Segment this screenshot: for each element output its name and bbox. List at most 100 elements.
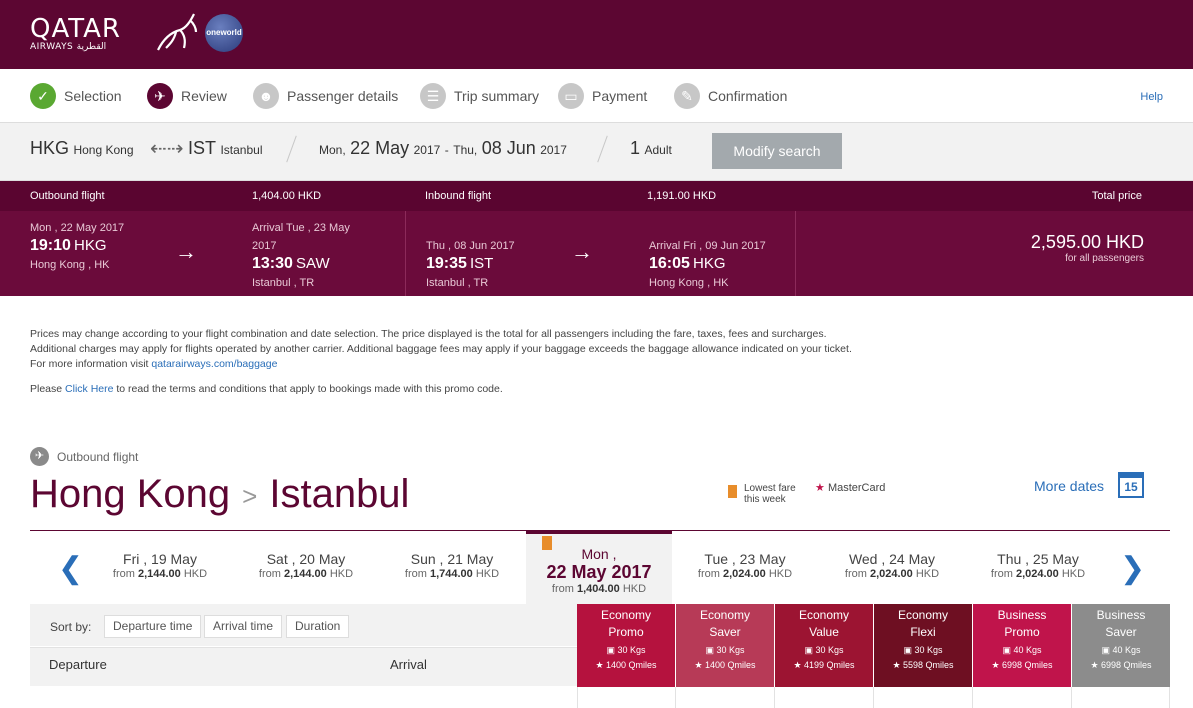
divider xyxy=(286,135,297,163)
date-option[interactable]: Sun , 21 May from 1,744.00 HKD xyxy=(379,531,525,604)
sort-departure-time-button[interactable]: Departure time xyxy=(104,615,202,638)
qmiles: ★ 1400 Qmiles xyxy=(676,660,774,671)
fare-class-line: Saver xyxy=(1105,625,1137,639)
step-label: Review xyxy=(181,88,227,104)
fare-class-line: Business xyxy=(997,608,1047,622)
luggage-icon: ▣ xyxy=(1002,645,1011,655)
date-price: from 2,024.00 HKD xyxy=(965,568,1111,580)
step-trip-summary[interactable]: ☰ Trip summary xyxy=(420,82,539,110)
divider xyxy=(1071,687,1072,708)
step-label: Passenger details xyxy=(287,88,399,104)
fare-class-business-saver[interactable]: Business Saver ▣ 40 Kgs ★ 6998 Qmiles xyxy=(1072,604,1170,687)
fare-class-economy-flexi[interactable]: Economy Flexi ▣ 30 Kgs ★ 5598 Qmiles xyxy=(874,604,972,687)
passenger-count: 1 xyxy=(630,138,641,158)
step-selection[interactable]: ✓ Selection xyxy=(30,82,122,110)
qatar-airways-logo[interactable]: QATAR AIRWAYS القطرية xyxy=(30,13,198,52)
click-here-link[interactable]: Click Here xyxy=(65,383,113,395)
outbound-arr-code: SAW xyxy=(295,255,330,272)
fare-class-name: Business Promo xyxy=(973,607,1071,641)
baggage-allowance: ▣ 30 Kgs xyxy=(874,645,972,656)
departure-date: 22 May xyxy=(350,138,410,158)
luggage-icon: ▣ xyxy=(903,645,912,655)
baggage-link[interactable]: qatarairways.com/baggage xyxy=(151,358,277,370)
logo-subtitle: AIRWAYS القطرية xyxy=(30,42,107,52)
inbound-arr-place: Hong Kong , HK xyxy=(649,277,729,289)
fare-class-name: Business Saver xyxy=(1072,607,1170,641)
oneworld-logo[interactable]: oneworld xyxy=(205,14,243,52)
total-price-note: for all passengers xyxy=(1065,253,1144,264)
inbound-price: 1,191.00 HKD xyxy=(647,190,717,202)
destination-city: Istanbul xyxy=(220,143,263,157)
legend-lowest-fare: Lowest fare this week xyxy=(728,483,796,505)
sort-arrival-time-button[interactable]: Arrival time xyxy=(204,615,283,638)
inbound-dep-time: 19:35 xyxy=(426,255,467,272)
qmiles: ★ 6998 Qmiles xyxy=(1072,660,1170,671)
outbound-dep-place: Hong Kong , HK xyxy=(30,259,110,271)
star-icon: ★ xyxy=(1090,660,1099,670)
destination: IST Istanbul xyxy=(188,138,263,159)
date-option[interactable]: Wed , 24 May from 2,024.00 HKD xyxy=(819,531,965,604)
fare-class-line: Business xyxy=(1096,608,1146,622)
divider xyxy=(597,135,608,163)
terms-text: to read the terms and conditions that ap… xyxy=(113,383,503,395)
plane-icon: ✈ xyxy=(147,83,173,109)
divider xyxy=(873,687,874,708)
origin-code: HKG xyxy=(30,138,70,158)
fare-class-name: Economy Value xyxy=(775,607,873,641)
step-label: Selection xyxy=(64,88,122,104)
price-value: 2,024.00 xyxy=(1015,568,1059,580)
star-icon: ★ xyxy=(815,482,825,494)
fare-class-business-promo[interactable]: Business Promo ▣ 40 Kgs ★ 6998 Qmiles xyxy=(973,604,1071,687)
currency: HKD xyxy=(915,568,940,580)
sort-duration-button[interactable]: Duration xyxy=(286,615,350,638)
route-title: Hong Kong > Istanbul xyxy=(30,472,409,517)
return-date: 08 Jun xyxy=(481,138,536,158)
step-confirmation[interactable]: ✎ Confirmation xyxy=(674,82,787,110)
date-label: Thu , 25 May xyxy=(997,551,1079,567)
date-option[interactable]: Sat , 20 May from 2,144.00 HKD xyxy=(233,531,379,604)
star-icon: ★ xyxy=(694,660,703,670)
fare-class-economy-saver[interactable]: Economy Saver ▣ 30 Kgs ★ 1400 Qmiles xyxy=(676,604,774,687)
date-option[interactable]: Tue , 23 May from 2,024.00 HKD xyxy=(672,531,818,604)
step-review[interactable]: ✈ Review xyxy=(147,82,227,110)
date-option[interactable]: Thu , 25 May from 2,024.00 HKD xyxy=(965,531,1111,604)
fare-class-name: Economy Saver xyxy=(676,607,774,641)
star-icon: ★ xyxy=(991,660,1000,670)
currency: HKD xyxy=(622,583,647,595)
price-value: 2,144.00 xyxy=(283,568,327,580)
previous-dates-icon[interactable]: ❮ xyxy=(58,551,83,586)
next-dates-icon[interactable]: ❯ xyxy=(1120,551,1145,586)
fare-class-line: Economy xyxy=(600,608,652,622)
calendar-icon[interactable]: 15 xyxy=(1118,472,1144,498)
modify-search-button[interactable]: Modify search xyxy=(712,133,842,169)
from-label: from xyxy=(697,568,720,580)
legend-lowest-text: Lowest fare xyxy=(744,483,796,494)
date-option-selected[interactable]: Mon , 22 May 2017 from 1,404.00 HKD xyxy=(526,531,672,604)
more-dates-link[interactable]: More dates xyxy=(1034,478,1104,494)
date-option[interactable]: Fri , 19 May from 2,144.00 HKD xyxy=(87,531,233,604)
total-price-value: 2,595.00 HKD xyxy=(1030,232,1144,252)
route-to: Istanbul xyxy=(269,472,410,516)
outbound-section-title: Outbound flight xyxy=(57,449,139,464)
baggage-allowance: ▣ 30 Kgs xyxy=(676,645,774,656)
step-passenger-details[interactable]: ☻ Passenger details xyxy=(253,82,398,110)
arrow-right-icon: → xyxy=(571,239,593,264)
legend-mastercard: ★ MasterCard xyxy=(815,481,885,494)
legend-mastercard-text: MasterCard xyxy=(827,482,886,494)
fare-class-economy-value[interactable]: Economy Value ▣ 30 Kgs ★ 4199 Qmiles xyxy=(775,604,873,687)
divider xyxy=(405,211,406,296)
divider xyxy=(577,687,578,708)
departure-column-label: Departure xyxy=(49,657,107,672)
fare-class-economy-promo[interactable]: Economy Promo ▣ 30 Kgs ★ 1400 Qmiles xyxy=(577,604,675,687)
qmiles: ★ 6998 Qmiles xyxy=(973,660,1071,671)
from-label: from xyxy=(990,568,1013,580)
help-link[interactable]: Help xyxy=(1140,91,1163,103)
inbound-label: Inbound flight xyxy=(425,190,492,202)
inbound-dep-place: Istanbul , TR xyxy=(426,277,489,289)
origin: HKG Hong Kong xyxy=(30,138,134,159)
currency: HKD xyxy=(329,568,354,580)
price-value: 2,024.00 xyxy=(869,568,913,580)
outbound-arr-year: 2017 xyxy=(252,240,277,252)
step-payment[interactable]: ▭ Payment xyxy=(558,82,647,110)
destination-code: IST xyxy=(188,138,217,158)
